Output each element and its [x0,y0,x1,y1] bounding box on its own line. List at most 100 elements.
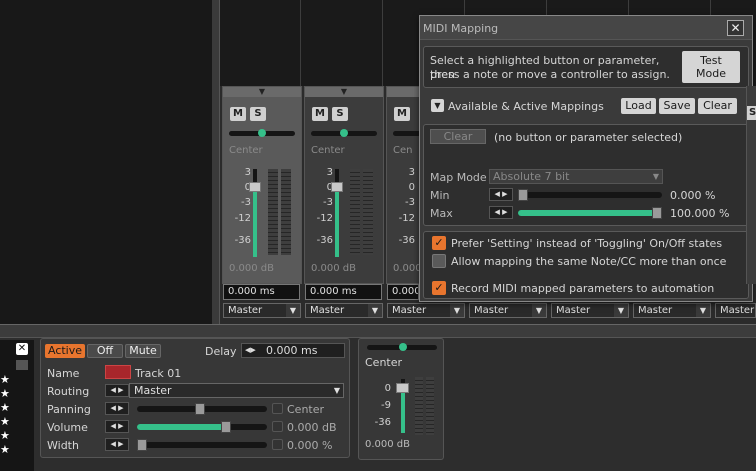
level-meter [268,169,278,255]
mixer-strip[interactable]: ▼ M S Center 3 0 -3 -12 -36 0.000 dB [304,86,384,284]
route-select[interactable]: Master ▼ [469,303,547,318]
scale-tick: -3 [241,197,251,208]
pan-slider[interactable] [393,131,419,136]
volume-label: Volume [47,421,88,434]
scroll-handle[interactable] [16,360,28,370]
mapping-editor-box: Clear (no button or parameter selected) … [423,124,749,226]
fader-knob[interactable] [249,182,261,192]
slider-knob[interactable] [195,403,205,415]
route-select[interactable]: Master ▼ [633,303,711,318]
volume-checkbox[interactable] [272,421,283,432]
pane-divider[interactable] [212,0,220,325]
strip-collapse-arrow-icon[interactable]: ▼ [387,87,419,97]
mute-button[interactable]: M [230,107,246,121]
track-name-field[interactable]: Track 01 [135,367,181,380]
delay-input[interactable]: 0.000 ms [241,343,345,358]
panning-checkbox[interactable] [272,403,283,414]
fader-knob[interactable] [396,383,409,393]
allow-same-note-checkbox[interactable] [432,254,446,268]
horizontal-divider[interactable] [0,324,756,338]
solo-button[interactable]: S [747,106,756,120]
slider-knob[interactable] [137,439,147,451]
solo-button[interactable]: S [332,107,348,121]
map-mode-select[interactable]: Absolute 7 bit ▼ [489,169,663,184]
gain-readout: 0.000 [393,263,420,274]
track-color-swatch[interactable] [105,365,131,379]
off-button[interactable]: Off [87,344,123,358]
stepper-icon[interactable]: ◀ ▶ [489,188,513,201]
mute-button[interactable]: Mute [125,344,161,358]
track-header-column [220,0,301,86]
record-automation-checkbox[interactable]: ✓ [432,281,446,295]
load-button[interactable]: Load [621,98,656,114]
delay-field[interactable]: 0.000 ms [223,284,300,300]
expand-arrow-icon[interactable]: ▼ [431,99,444,112]
close-icon[interactable]: ✕ [727,20,744,36]
active-button[interactable]: Active [45,344,85,358]
pan-slider[interactable] [367,343,437,351]
dialog-titlebar[interactable]: MIDI Mapping ✕ [420,16,752,40]
fader-knob[interactable] [331,182,343,192]
stepper-icon[interactable]: ◀ ▶ [105,420,129,433]
slider-knob[interactable] [518,189,528,201]
delay-field[interactable]: 0.000 [387,284,419,300]
route-select[interactable]: Master ▼ [305,303,383,318]
route-label: Master [228,305,263,316]
allow-same-note-label: Allow mapping the same Note/CC more than… [451,255,727,268]
track-properties-panel: Active Off Mute Delay 0.000 ms ◀▶ Name T… [40,338,350,458]
clear-button[interactable]: Clear [698,98,737,114]
record-automation-label: Record MIDI mapped parameters to automat… [451,282,715,295]
instructions-line-2: press a note or move a controller to ass… [430,68,670,81]
chevron-down-icon: ▼ [652,172,659,181]
star-icon[interactable]: ★ [0,402,10,413]
mixer-strip[interactable]: ▼ M S Center 3 0 -3 -12 -36 0.000 dB [222,86,302,284]
mute-button[interactable]: M [312,107,328,121]
stepper-icon[interactable]: ◀ ▶ [489,206,513,219]
width-slider[interactable] [137,439,267,451]
stepper-icon[interactable]: ◀ ▶ [105,438,129,451]
close-icon[interactable]: ✕ [16,343,28,355]
name-label: Name [47,367,80,380]
route-label: Master [310,305,345,316]
stepper-arrows-icon[interactable]: ◀▶ [245,346,256,354]
test-mode-button[interactable]: Test Mode [682,51,740,83]
clear-mapping-button[interactable]: Clear [430,129,486,144]
star-icon[interactable]: ★ [0,416,10,427]
prefer-setting-checkbox[interactable]: ✓ [432,236,446,250]
delay-field[interactable]: 0.000 ms [305,284,382,300]
pan-knob[interactable] [340,129,348,137]
route-select[interactable]: Master ▼ [387,303,465,318]
route-select[interactable]: Master [715,303,756,318]
star-icon[interactable]: ★ [0,444,10,455]
stepper-icon[interactable]: ◀ ▶ [105,384,129,397]
max-slider[interactable] [518,207,662,219]
min-slider[interactable] [518,189,662,201]
pan-slider[interactable] [229,129,295,137]
route-select[interactable]: Master ▼ [223,303,301,318]
map-mode-label: Map Mode [430,171,487,184]
stepper-icon[interactable]: ◀ ▶ [105,402,129,415]
volume-slider[interactable] [137,421,267,433]
scale-tick: -36 [316,235,333,246]
slider-knob[interactable] [221,421,231,433]
pan-slider[interactable] [311,129,377,137]
star-icon[interactable]: ★ [0,374,10,385]
scale-tick: 3 [244,167,251,178]
chevron-down-icon: ▼ [532,304,546,317]
mixer-strip[interactable]: ▼ M Cen 3 0 -3 -12 -36 0.000 [386,86,420,284]
solo-button[interactable]: S [250,107,266,121]
star-icon[interactable]: ★ [0,388,10,399]
routing-select[interactable]: Master ▼ [129,383,344,398]
mappings-header: ▼ Available & Active Mappings Load Save … [423,96,749,116]
slider-knob[interactable] [652,207,662,219]
route-select[interactable]: Master ▼ [551,303,629,318]
dialog-title: MIDI Mapping [423,22,499,35]
panning-slider[interactable] [137,403,267,415]
pan-knob[interactable] [258,129,266,137]
save-button[interactable]: Save [659,98,695,114]
strip-collapse-arrow-icon[interactable]: ▼ [223,87,301,97]
strip-collapse-arrow-icon[interactable]: ▼ [305,87,383,97]
width-checkbox[interactable] [272,439,283,450]
mute-button[interactable]: M [394,107,410,121]
star-icon[interactable]: ★ [0,430,10,441]
